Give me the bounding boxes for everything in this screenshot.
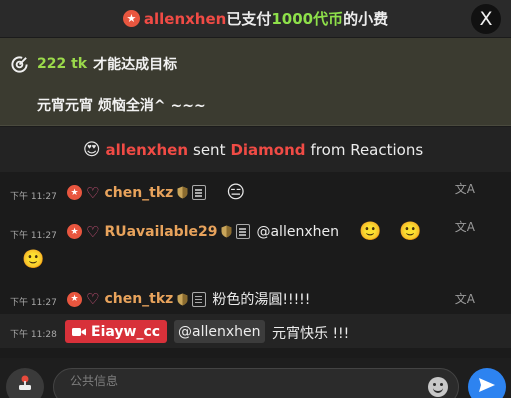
tip-text-after: 的小费 bbox=[343, 10, 389, 28]
heart-badge-icon: ♡ bbox=[86, 222, 100, 241]
message-username[interactable]: chen_tkz bbox=[104, 185, 173, 201]
mention-tag[interactable]: @allenxhen bbox=[174, 320, 265, 343]
translate-icon[interactable]: 文A bbox=[455, 180, 475, 197]
message-line: ★ ♡ RUavailable29 @allenxhen 🙂 🙂 bbox=[67, 221, 422, 242]
camera-icon bbox=[72, 327, 86, 336]
smile-emoji-icon: 🙂 bbox=[399, 221, 422, 242]
reaction-gift-name: Diamond bbox=[230, 140, 306, 159]
tip-banner: ★ allenxhen 已支付 1000代币 的小费 X bbox=[0, 0, 511, 37]
smile-emoji-icon: 🙂 bbox=[22, 249, 45, 270]
shield-icon bbox=[177, 186, 188, 199]
broadcaster-tag[interactable]: Eiayw_cc bbox=[65, 320, 168, 343]
message-time: 下午 11:27 bbox=[10, 192, 57, 202]
emoji-picker-icon[interactable] bbox=[428, 377, 448, 397]
reaction-username[interactable]: allenxhen bbox=[106, 141, 188, 159]
message-text: @allenxhen bbox=[256, 223, 339, 240]
heart-badge-icon: ♡ bbox=[86, 290, 100, 308]
goal-row: 222 tk 才能达成目标 bbox=[10, 54, 177, 74]
message-time: 下午 11:27 bbox=[10, 298, 57, 308]
close-button[interactable]: X bbox=[471, 4, 501, 34]
note-icon bbox=[236, 224, 251, 239]
expressionless-emoji-icon: 😑 bbox=[226, 182, 246, 203]
shield-icon bbox=[177, 293, 188, 305]
translate-icon[interactable]: 文A bbox=[455, 218, 475, 235]
chat-input-bar bbox=[0, 358, 511, 398]
chat-message: 下午 11:27 ★ ♡ chen_tkz 😑 文A bbox=[0, 180, 511, 206]
message-text: 元宵快乐 !!! bbox=[272, 326, 350, 342]
message-line: ★ ♡ chen_tkz 粉色的湯圓!!!!! bbox=[67, 289, 310, 309]
message-time: 下午 11:28 bbox=[10, 330, 57, 340]
close-icon: X bbox=[479, 8, 493, 30]
reaction-notice: 😍 allenxhen sent Diamond from Reactions bbox=[0, 127, 511, 172]
avatar-button[interactable] bbox=[6, 368, 44, 398]
goal-panel: 222 tk 才能达成目标 元宵元宵 烦恼全消^ ~~~ bbox=[0, 38, 511, 126]
shield-icon bbox=[221, 225, 232, 238]
send-icon bbox=[479, 378, 495, 392]
goal-description: 元宵元宵 烦恼全消^ ~~~ bbox=[37, 98, 206, 114]
send-button[interactable] bbox=[468, 368, 506, 398]
reaction-sent-text: sent bbox=[193, 140, 226, 159]
public-message-input[interactable] bbox=[53, 368, 459, 398]
note-icon bbox=[192, 291, 207, 307]
message-username: Eiayw_cc bbox=[91, 323, 161, 340]
message-username[interactable]: RUavailable29 bbox=[104, 224, 217, 240]
target-icon bbox=[11, 55, 28, 73]
goal-amount: 222 tk bbox=[37, 56, 88, 72]
star-icon: ★ bbox=[122, 10, 140, 27]
note-icon bbox=[192, 185, 207, 200]
message-time: 下午 11:27 bbox=[10, 231, 57, 241]
message-text: 粉色的湯圓!!!!! bbox=[212, 292, 311, 308]
chat-message-highlighted: 下午 11:28 Eiayw_cc @allenxhen 元宵快乐 !!! bbox=[0, 314, 511, 348]
star-badge-icon: ★ bbox=[67, 224, 82, 239]
heart-eyes-emoji-icon: 😍 bbox=[82, 139, 101, 160]
star-badge-icon: ★ bbox=[67, 291, 82, 307]
tip-text-before: 已支付 bbox=[226, 10, 272, 28]
tip-username[interactable]: allenxhen bbox=[144, 10, 226, 28]
chat-message: 下午 11:27 ★ ♡ RUavailable29 @allenxhen 🙂 … bbox=[0, 218, 511, 278]
smile-emoji-icon: 🙂 bbox=[358, 221, 382, 242]
joystick-icon bbox=[19, 375, 31, 390]
reaction-source: from Reactions bbox=[310, 140, 424, 159]
tip-amount: 1000代币 bbox=[271, 10, 344, 28]
goal-label: 才能达成目标 bbox=[93, 57, 178, 73]
translate-icon[interactable]: 文A bbox=[455, 290, 475, 307]
heart-badge-icon: ♡ bbox=[86, 183, 100, 202]
chat-message: 下午 11:27 ★ ♡ chen_tkz 粉色的湯圓!!!!! 文A bbox=[0, 287, 511, 311]
star-badge-icon: ★ bbox=[67, 185, 82, 200]
message-line: ★ ♡ chen_tkz 😑 bbox=[67, 182, 245, 203]
message-username[interactable]: chen_tkz bbox=[104, 291, 173, 307]
